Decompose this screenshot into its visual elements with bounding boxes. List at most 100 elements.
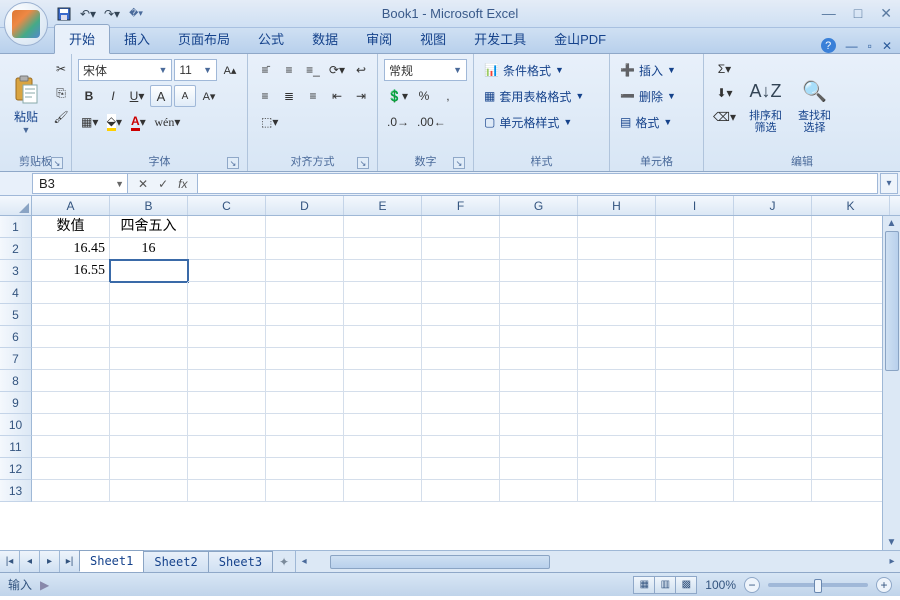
row-header[interactable]: 3 [0, 260, 32, 282]
cell[interactable] [812, 216, 890, 238]
cell[interactable] [266, 458, 344, 480]
format-painter-icon[interactable]: 🖌 [50, 106, 72, 128]
column-header[interactable]: J [734, 196, 812, 215]
column-header[interactable]: K [812, 196, 890, 215]
cell[interactable] [656, 282, 734, 304]
cell[interactable] [188, 436, 266, 458]
cell[interactable] [812, 392, 890, 414]
cell[interactable] [32, 348, 110, 370]
cell[interactable] [344, 326, 422, 348]
qat-more-icon[interactable]: �▾ [126, 4, 146, 24]
cell[interactable] [422, 370, 500, 392]
clipboard-dialog-launcher[interactable]: ↘ [51, 157, 63, 169]
scroll-left-icon[interactable]: ◂ [296, 556, 312, 567]
sheet-nav-prev-icon[interactable]: ◂ [20, 551, 40, 572]
paste-button[interactable]: 粘贴 ▼ [6, 58, 46, 151]
cell[interactable] [734, 304, 812, 326]
cell[interactable] [578, 216, 656, 238]
number-dialog-launcher[interactable]: ↘ [453, 157, 465, 169]
cell[interactable] [656, 392, 734, 414]
cell[interactable] [32, 414, 110, 436]
cell[interactable] [578, 392, 656, 414]
cell[interactable]: 16.55 [32, 260, 110, 282]
cell[interactable] [656, 326, 734, 348]
cell[interactable] [578, 370, 656, 392]
cell[interactable] [110, 414, 188, 436]
cell[interactable] [812, 370, 890, 392]
cell[interactable] [32, 304, 110, 326]
align-dialog-launcher[interactable]: ↘ [357, 157, 369, 169]
cell[interactable] [188, 458, 266, 480]
cell[interactable] [110, 436, 188, 458]
cell[interactable] [422, 238, 500, 260]
cell[interactable] [734, 238, 812, 260]
cell[interactable] [110, 348, 188, 370]
cell[interactable] [266, 392, 344, 414]
font-family-combo[interactable]: 宋体▼ [78, 59, 172, 81]
cell[interactable] [32, 370, 110, 392]
cell[interactable] [500, 282, 578, 304]
cell[interactable] [812, 304, 890, 326]
tab-review[interactable]: 审阅 [352, 25, 406, 53]
table-format-button[interactable]: ▦套用表格格式▼ [480, 84, 603, 108]
cell[interactable] [188, 348, 266, 370]
cell[interactable] [734, 260, 812, 282]
shrink-font-button[interactable]: A [174, 85, 196, 107]
font-color-button[interactable]: A▾ [127, 111, 149, 133]
percent-icon[interactable]: % [413, 85, 435, 107]
cell[interactable] [500, 348, 578, 370]
tab-page-layout[interactable]: 页面布局 [164, 25, 244, 53]
cell[interactable] [500, 216, 578, 238]
copy-icon[interactable]: ⎘ [50, 82, 72, 104]
cell[interactable]: 四舍五入 [110, 216, 188, 238]
fill-icon[interactable]: ⬇▾ [710, 82, 739, 104]
cancel-formula-icon[interactable]: ✕ [138, 177, 148, 191]
cell[interactable]: 16 [110, 238, 188, 260]
cell[interactable] [656, 370, 734, 392]
cell[interactable] [500, 414, 578, 436]
decrease-decimal-icon[interactable]: .00← [414, 111, 449, 133]
cell[interactable] [188, 282, 266, 304]
row-header[interactable]: 11 [0, 436, 32, 458]
cell[interactable] [656, 480, 734, 502]
cell[interactable] [32, 326, 110, 348]
zoom-slider[interactable] [768, 583, 868, 587]
row-header[interactable]: 6 [0, 326, 32, 348]
cell[interactable] [656, 458, 734, 480]
macro-record-icon[interactable]: ▶ [40, 578, 49, 592]
column-header[interactable]: H [578, 196, 656, 215]
sheet-nav-first-icon[interactable]: |◂ [0, 551, 20, 572]
cell[interactable] [188, 304, 266, 326]
formula-input[interactable] [198, 173, 878, 194]
find-select-button[interactable]: 🔍 查找和 选择 [792, 58, 837, 151]
cell[interactable] [812, 348, 890, 370]
cell[interactable] [500, 326, 578, 348]
cell[interactable] [734, 392, 812, 414]
cell[interactable] [344, 458, 422, 480]
cell[interactable]: 16.45 [32, 238, 110, 260]
cell[interactable] [188, 238, 266, 260]
minimize-button[interactable]: — [822, 5, 836, 22]
office-button[interactable] [4, 2, 48, 46]
sheet-nav-next-icon[interactable]: ▸ [40, 551, 60, 572]
cell[interactable] [422, 392, 500, 414]
cell[interactable] [32, 480, 110, 502]
cell[interactable] [422, 216, 500, 238]
conditional-format-button[interactable]: 📊条件格式▼ [480, 58, 603, 82]
cell[interactable] [266, 282, 344, 304]
cell[interactable] [656, 238, 734, 260]
cell[interactable] [734, 348, 812, 370]
undo-icon[interactable]: ↶▾ [78, 4, 98, 24]
row-header[interactable]: 7 [0, 348, 32, 370]
vertical-scroll-thumb[interactable] [885, 231, 899, 371]
cell[interactable] [656, 216, 734, 238]
row-header[interactable]: 10 [0, 414, 32, 436]
cell[interactable] [578, 260, 656, 282]
tab-data[interactable]: 数据 [298, 25, 352, 53]
font-size-combo[interactable]: 11▼ [174, 59, 217, 81]
cell[interactable] [578, 282, 656, 304]
clear-icon[interactable]: ⌫▾ [710, 106, 739, 128]
cell[interactable] [734, 326, 812, 348]
cell[interactable] [422, 348, 500, 370]
cell[interactable] [266, 260, 344, 282]
